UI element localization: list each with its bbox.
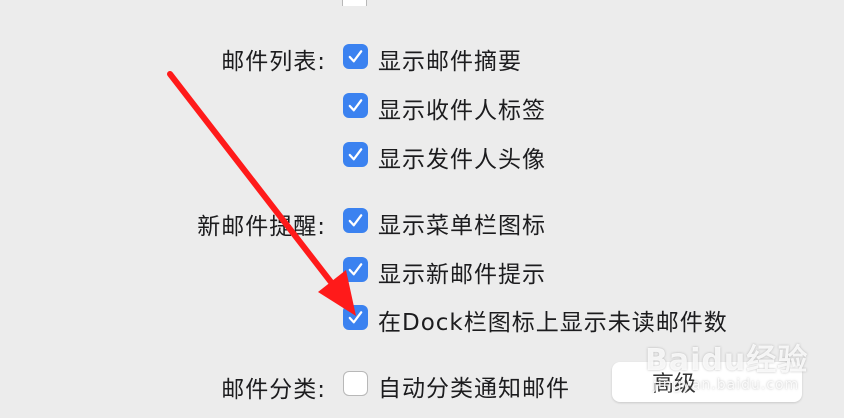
checkmark-icon [348, 99, 363, 112]
auto-classify-label: 自动分类通知邮件 [378, 376, 570, 402]
new-mail-alerts-label: 新邮件提醒: [197, 214, 326, 240]
show-preview-label: 显示邮件摘要 [378, 49, 522, 75]
checkmark-icon [348, 263, 363, 276]
show-recipient-tag-checkbox[interactable] [343, 93, 368, 118]
mail-classification-label: 邮件分类: [221, 377, 326, 403]
top-partial-checkbox[interactable] [342, 0, 367, 6]
checkmark-icon [348, 50, 363, 63]
auto-classify-checkbox[interactable] [343, 371, 368, 396]
show-new-mail-alert-label: 显示新邮件提示 [378, 262, 546, 288]
advanced-button-label: 高级 [652, 372, 697, 397]
checkmark-icon [348, 148, 363, 161]
show-preview-checkbox[interactable] [343, 44, 368, 69]
show-sender-avatar-label: 显示发件人头像 [378, 147, 546, 173]
dock-unread-count-label: 在Dock栏图标上显示未读邮件数 [378, 310, 728, 336]
show-menubar-icon-label: 显示菜单栏图标 [378, 213, 546, 239]
checkmark-icon [348, 214, 363, 227]
show-menubar-icon-checkbox[interactable] [343, 208, 368, 233]
show-sender-avatar-checkbox[interactable] [343, 142, 368, 167]
checkmark-icon [348, 311, 363, 324]
advanced-button[interactable]: 高级 [612, 362, 802, 402]
show-new-mail-alert-checkbox[interactable] [343, 257, 368, 282]
show-recipient-tag-label: 显示收件人标签 [378, 98, 546, 124]
dock-unread-count-checkbox[interactable] [343, 305, 368, 330]
message-list-label: 邮件列表: [221, 49, 326, 75]
top-partial-row [342, 0, 367, 6]
